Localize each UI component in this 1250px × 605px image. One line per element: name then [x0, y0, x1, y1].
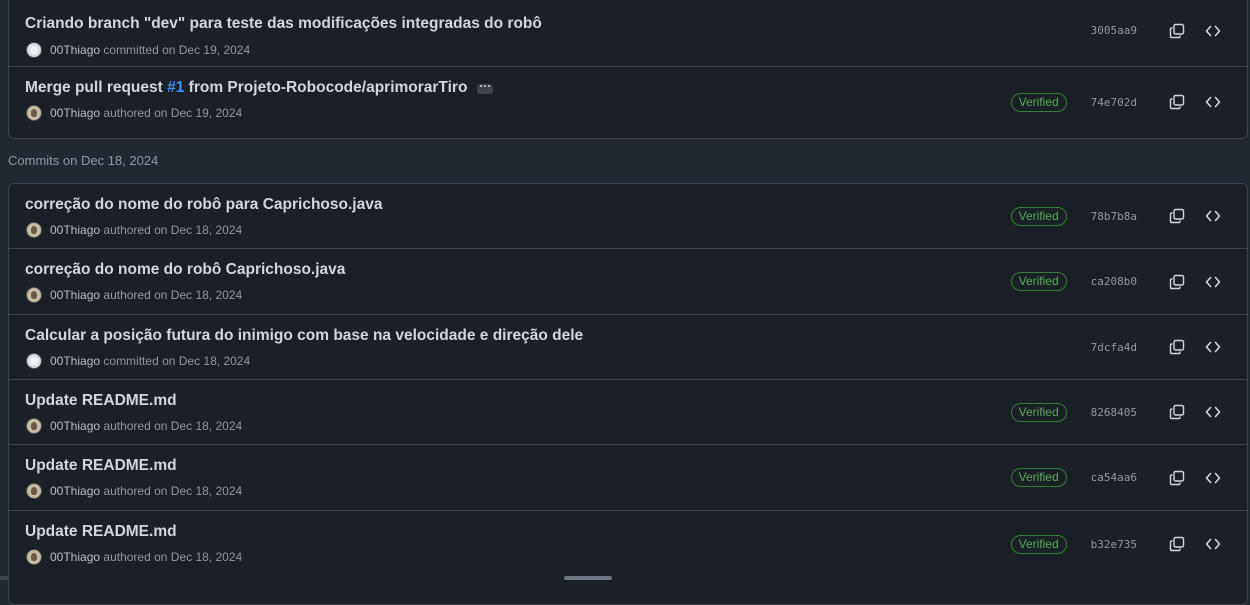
author-link[interactable]: 00Thiago: [50, 106, 100, 120]
commit-row: Update README.md 00Thiago authored on De…: [9, 445, 1247, 511]
commit-sha-link[interactable]: ca208b0: [1091, 275, 1137, 288]
commit-sha-link[interactable]: 8268405: [1091, 406, 1137, 419]
avatar[interactable]: [26, 42, 42, 58]
copy-icon[interactable]: [1167, 206, 1187, 226]
commit-row: correção do nome do robô para Caprichoso…: [9, 184, 1247, 249]
commit-meta: 00Thiago committed on Dec 19, 2024: [26, 42, 250, 58]
commit-actions: 7dcfa4d: [1091, 315, 1223, 379]
author-link[interactable]: 00Thiago: [50, 43, 100, 57]
code-icon[interactable]: [1203, 468, 1223, 488]
copy-icon[interactable]: [1167, 468, 1187, 488]
commit-row: Update README.md 00Thiago authored on De…: [9, 511, 1247, 577]
avatar[interactable]: [26, 549, 42, 565]
commit-actions: Verified ca208b0: [1010, 249, 1223, 314]
commit-action-date: committed on Dec 19, 2024: [103, 43, 251, 57]
copy-icon[interactable]: [1167, 92, 1187, 112]
commit-title-link[interactable]: Update README.md: [25, 523, 177, 541]
commit-action-date: authored on Dec 18, 2024: [103, 550, 243, 564]
verified-badge[interactable]: Verified: [1010, 92, 1067, 112]
expand-message-button[interactable]: ···: [477, 80, 494, 94]
avatar[interactable]: [26, 105, 42, 121]
avatar[interactable]: [26, 287, 42, 303]
code-icon[interactable]: [1203, 337, 1223, 357]
code-icon[interactable]: [1203, 272, 1223, 292]
commit-sha-link[interactable]: ca54aa6: [1091, 471, 1137, 484]
author-link[interactable]: 00Thiago: [50, 419, 100, 433]
commit-title-link[interactable]: Update README.md: [25, 392, 177, 410]
copy-icon[interactable]: [1167, 534, 1187, 554]
commit-title-link[interactable]: Calcular a posição futura do inimigo com…: [25, 327, 583, 345]
pull-request-link[interactable]: #1: [167, 79, 184, 96]
commit-action-date: authored on Dec 18, 2024: [103, 223, 243, 237]
commit-meta: 00Thiago authored on Dec 18, 2024: [26, 549, 242, 565]
code-icon[interactable]: [1203, 402, 1223, 422]
commit-row: Merge pull request #1 from Projeto-Roboc…: [9, 67, 1247, 137]
commit-title-link[interactable]: Update README.md: [25, 457, 177, 475]
avatar[interactable]: [26, 222, 42, 238]
author-link[interactable]: 00Thiago: [50, 550, 100, 564]
copy-icon[interactable]: [1167, 21, 1187, 41]
avatar[interactable]: [26, 483, 42, 499]
verified-badge[interactable]: Verified: [1010, 206, 1067, 226]
commit-row: Update README.md 00Thiago authored on De…: [9, 380, 1247, 445]
commit-action-date: authored on Dec 18, 2024: [103, 288, 243, 302]
date-heading: Commits on Dec 18, 2024: [8, 153, 159, 168]
commit-sha-link[interactable]: b32e735: [1091, 538, 1137, 551]
scrollbar-thumb[interactable]: [564, 576, 612, 580]
commit-meta: 00Thiago authored on Dec 19, 2024: [26, 105, 242, 121]
copy-icon[interactable]: [1167, 272, 1187, 292]
author-link[interactable]: 00Thiago: [50, 354, 100, 368]
commit-sha-link[interactable]: 74e702d: [1091, 96, 1137, 109]
copy-icon[interactable]: [1167, 402, 1187, 422]
commit-action-date: authored on Dec 18, 2024: [103, 484, 243, 498]
code-icon[interactable]: [1203, 92, 1223, 112]
commit-row: Calcular a posição futura do inimigo com…: [9, 315, 1247, 380]
commit-actions: 3005aa9: [1091, 0, 1223, 66]
commit-sha-link[interactable]: 78b7b8a: [1091, 210, 1137, 223]
commit-meta: 00Thiago committed on Dec 18, 2024: [26, 353, 250, 369]
commit-action-date: committed on Dec 18, 2024: [103, 354, 251, 368]
commit-actions: Verified ca54aa6: [1010, 445, 1223, 510]
commit-actions: Verified b32e735: [1010, 511, 1223, 577]
commit-meta: 00Thiago authored on Dec 18, 2024: [26, 222, 242, 238]
commit-group-dec-19: Criando branch "dev" para teste das modi…: [8, 0, 1248, 139]
commit-action-date: authored on Dec 18, 2024: [103, 419, 243, 433]
verified-badge[interactable]: Verified: [1010, 402, 1067, 422]
commit-row: Criando branch "dev" para teste das modi…: [9, 0, 1247, 67]
verified-badge[interactable]: Verified: [1010, 272, 1067, 291]
verified-badge[interactable]: Verified: [1010, 468, 1067, 487]
commit-meta: 00Thiago authored on Dec 18, 2024: [26, 418, 242, 434]
commit-title-link[interactable]: correção do nome do robô Caprichoso.java: [25, 261, 345, 279]
commit-group-dec-18: correção do nome do robô para Caprichoso…: [8, 183, 1248, 605]
avatar[interactable]: [26, 353, 42, 369]
author-link[interactable]: 00Thiago: [50, 223, 100, 237]
commit-title-link[interactable]: Merge pull request: [25, 79, 167, 96]
commit-title-link[interactable]: correção do nome do robô para Caprichoso…: [25, 196, 382, 214]
commit-title: Merge pull request #1 from Projeto-Roboc…: [25, 79, 494, 97]
code-icon[interactable]: [1203, 534, 1223, 554]
commit-title-link[interactable]: Criando branch "dev" para teste das modi…: [25, 15, 542, 33]
commit-sha-link[interactable]: 3005aa9: [1091, 24, 1137, 37]
commit-row: correção do nome do robô Caprichoso.java…: [9, 249, 1247, 315]
commit-title-link[interactable]: from Projeto-Robocode/aprimorarTiro: [184, 79, 468, 96]
commit-actions: Verified 74e702d: [1010, 67, 1223, 137]
commit-meta: 00Thiago authored on Dec 18, 2024: [26, 483, 242, 499]
avatar[interactable]: [26, 418, 42, 434]
verified-badge[interactable]: Verified: [1010, 534, 1067, 554]
code-icon[interactable]: [1203, 206, 1223, 226]
commit-actions: Verified 78b7b8a: [1010, 184, 1223, 248]
author-link[interactable]: 00Thiago: [50, 288, 100, 302]
commit-actions: Verified 8268405: [1010, 380, 1223, 444]
code-icon[interactable]: [1203, 21, 1223, 41]
author-link[interactable]: 00Thiago: [50, 484, 100, 498]
copy-icon[interactable]: [1167, 337, 1187, 357]
commit-action-date: authored on Dec 19, 2024: [103, 106, 243, 120]
commit-sha-link[interactable]: 7dcfa4d: [1091, 341, 1137, 354]
commit-meta: 00Thiago authored on Dec 18, 2024: [26, 287, 242, 303]
